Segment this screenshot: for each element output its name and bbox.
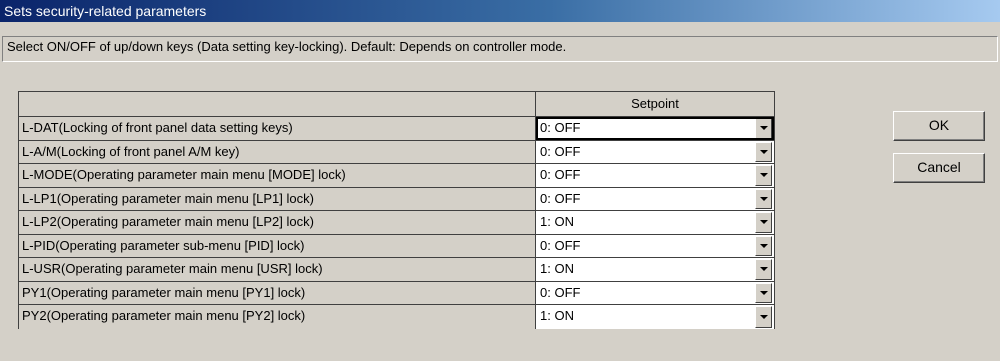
setpoint-value: 1: ON bbox=[540, 261, 574, 276]
setpoint-select[interactable]: 1: ON bbox=[536, 211, 774, 234]
parameter-label: L-DAT(Locking of front panel data settin… bbox=[19, 117, 536, 140]
parameter-label: L-PID(Operating parameter sub-menu [PID]… bbox=[19, 234, 536, 257]
setpoint-select[interactable]: 0: OFF bbox=[536, 187, 774, 210]
grid-header: Setpoint bbox=[19, 92, 774, 117]
setpoint-value: 0: OFF bbox=[540, 190, 581, 206]
chevron-down-icon bbox=[759, 314, 768, 319]
grid-header-corner bbox=[19, 92, 536, 116]
setpoint-select[interactable]: 0: OFF bbox=[536, 164, 774, 187]
dropdown-button[interactable] bbox=[755, 188, 772, 209]
setpoint-value: 0: OFF bbox=[540, 120, 581, 135]
setpoint-value: 0: OFF bbox=[540, 143, 581, 159]
dropdown-button[interactable] bbox=[755, 118, 772, 139]
setpoint-value: 0: OFF bbox=[540, 167, 581, 182]
dropdown-button[interactable] bbox=[755, 165, 772, 186]
setpoint-column-header: Setpoint bbox=[631, 96, 679, 111]
dropdown-button[interactable] bbox=[755, 212, 772, 233]
description-text: Select ON/OFF of up/down keys (Data sett… bbox=[2, 36, 998, 62]
table-row: L-LP2(Operating parameter main menu [LP2… bbox=[19, 211, 774, 235]
setpoint-select[interactable]: 1: ON bbox=[536, 258, 774, 281]
chevron-down-icon bbox=[759, 196, 768, 201]
chevron-down-icon bbox=[759, 220, 768, 225]
dropdown-button[interactable] bbox=[755, 282, 772, 303]
setpoint-value: 0: OFF bbox=[540, 237, 581, 253]
table-row: PY1(Operating parameter main menu [PY1] … bbox=[19, 281, 774, 305]
setpoint-select[interactable]: 0: OFF bbox=[536, 117, 774, 140]
dropdown-button[interactable] bbox=[755, 141, 772, 162]
parameter-grid: Setpoint L-DAT(Locking of front panel da… bbox=[18, 91, 775, 329]
parameter-label: PY2(Operating parameter main menu [PY2] … bbox=[19, 305, 536, 329]
parameter-label: L-A/M(Locking of front panel A/M key) bbox=[19, 140, 536, 163]
setpoint-value: 0: OFF bbox=[540, 284, 581, 300]
dropdown-button[interactable] bbox=[755, 235, 772, 256]
setpoint-select[interactable]: 0: OFF bbox=[536, 234, 774, 257]
chevron-down-icon bbox=[759, 126, 768, 131]
window-title: Sets security-related parameters bbox=[0, 0, 1000, 22]
cancel-button[interactable]: Cancel bbox=[893, 153, 985, 183]
chevron-down-icon bbox=[759, 173, 768, 178]
setpoint-value: 1: ON bbox=[540, 308, 574, 323]
setpoint-value: 1: ON bbox=[540, 214, 574, 229]
parameter-label: L-USR(Operating parameter main menu [USR… bbox=[19, 258, 536, 281]
ok-button[interactable]: OK bbox=[893, 111, 985, 141]
chevron-down-icon bbox=[759, 290, 768, 295]
dropdown-button[interactable] bbox=[755, 306, 772, 328]
table-row: L-LP1(Operating parameter main menu [LP1… bbox=[19, 187, 774, 211]
table-row: PY2(Operating parameter main menu [PY2] … bbox=[19, 305, 774, 329]
setpoint-select[interactable]: 0: OFF bbox=[536, 281, 774, 304]
chevron-down-icon bbox=[759, 149, 768, 154]
chevron-down-icon bbox=[759, 267, 768, 272]
table-row: L-MODE(Operating parameter main menu [MO… bbox=[19, 164, 774, 188]
table-row: L-DAT(Locking of front panel data settin… bbox=[19, 117, 774, 141]
table-row: L-A/M(Locking of front panel A/M key) 0:… bbox=[19, 140, 774, 164]
setpoint-select[interactable]: 1: ON bbox=[536, 305, 774, 329]
parameter-label: PY1(Operating parameter main menu [PY1] … bbox=[19, 281, 536, 304]
table-row: L-USR(Operating parameter main menu [USR… bbox=[19, 258, 774, 282]
parameter-label: L-LP1(Operating parameter main menu [LP1… bbox=[19, 187, 536, 210]
chevron-down-icon bbox=[759, 243, 768, 248]
table-row: L-PID(Operating parameter sub-menu [PID]… bbox=[19, 234, 774, 258]
parameter-label: L-LP2(Operating parameter main menu [LP2… bbox=[19, 211, 536, 234]
dropdown-button[interactable] bbox=[755, 259, 772, 280]
setpoint-select[interactable]: 0: OFF bbox=[536, 140, 774, 163]
parameter-label: L-MODE(Operating parameter main menu [MO… bbox=[19, 164, 536, 187]
